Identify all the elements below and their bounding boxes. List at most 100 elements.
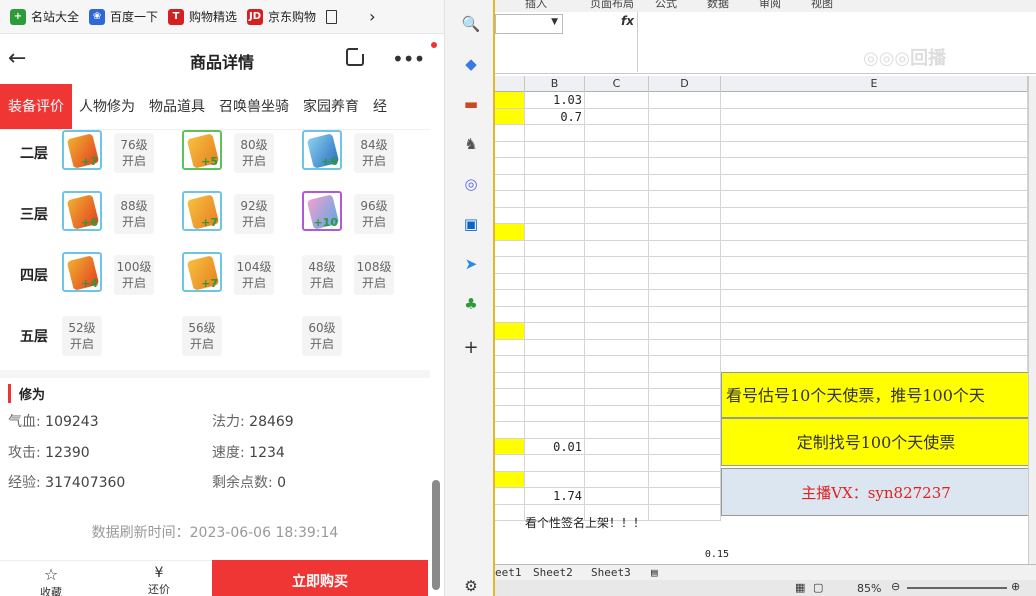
cell[interactable] bbox=[585, 422, 649, 439]
cell[interactable] bbox=[585, 257, 649, 274]
cell[interactable] bbox=[525, 240, 585, 257]
banner-tickets[interactable]: 看号估号10个天使票，推号100个天 bbox=[721, 372, 1031, 418]
cell[interactable] bbox=[649, 438, 721, 455]
cell[interactable] bbox=[721, 323, 1028, 340]
tab-equipment[interactable]: 装备评价 bbox=[0, 84, 72, 129]
cell[interactable] bbox=[721, 306, 1028, 323]
cell[interactable] bbox=[585, 224, 649, 241]
zoom-out-icon[interactable]: ⊖ bbox=[891, 580, 900, 593]
cell[interactable] bbox=[585, 273, 649, 290]
briefcase-icon[interactable]: ▬ bbox=[461, 94, 481, 114]
cell[interactable] bbox=[495, 306, 525, 323]
vertical-scrollbar[interactable] bbox=[1028, 76, 1036, 564]
banner-custom[interactable]: 定制找号100个天使票 bbox=[721, 418, 1031, 466]
cell[interactable] bbox=[525, 158, 585, 175]
cell[interactable] bbox=[721, 158, 1028, 175]
add-sheet-icon[interactable]: ▤ bbox=[651, 566, 658, 579]
cell[interactable] bbox=[525, 207, 585, 224]
cell[interactable] bbox=[585, 191, 649, 208]
cell[interactable] bbox=[585, 174, 649, 191]
cell[interactable] bbox=[649, 92, 721, 109]
zoom-slider[interactable] bbox=[907, 587, 1007, 589]
cell[interactable] bbox=[649, 372, 721, 389]
tab-home[interactable]: 家园养育 bbox=[296, 84, 366, 129]
cell[interactable] bbox=[495, 290, 525, 307]
chevron-right-icon[interactable]: › bbox=[369, 7, 375, 26]
gem-slot[interactable]: +6 bbox=[62, 191, 102, 231]
cell[interactable] bbox=[525, 339, 585, 356]
cell[interactable] bbox=[585, 356, 649, 373]
col-a[interactable] bbox=[495, 76, 525, 92]
cell[interactable] bbox=[721, 174, 1028, 191]
gem-slot[interactable]: +10 bbox=[302, 191, 342, 231]
tab-more[interactable]: 经 bbox=[366, 84, 394, 129]
cell[interactable] bbox=[649, 191, 721, 208]
cell[interactable]: 1.74 bbox=[525, 488, 585, 505]
cell[interactable] bbox=[495, 323, 525, 340]
menu-insert[interactable]: 插入 bbox=[525, 0, 547, 11]
cell[interactable] bbox=[495, 141, 525, 158]
cell[interactable] bbox=[585, 323, 649, 340]
cell[interactable] bbox=[495, 224, 525, 241]
cell[interactable] bbox=[525, 405, 585, 422]
cell[interactable] bbox=[495, 356, 525, 373]
cell[interactable] bbox=[585, 438, 649, 455]
menu-review[interactable]: 审阅 bbox=[759, 0, 781, 11]
cell[interactable] bbox=[649, 504, 721, 521]
share-icon[interactable] bbox=[346, 46, 366, 66]
cell[interactable] bbox=[495, 108, 525, 125]
cell[interactable] bbox=[649, 108, 721, 125]
offer-button[interactable]: ¥ 还价 bbox=[134, 565, 184, 596]
tab-pets[interactable]: 召唤兽坐骑 bbox=[212, 84, 296, 129]
cell[interactable] bbox=[525, 257, 585, 274]
cell[interactable]: 0.01 bbox=[525, 438, 585, 455]
cell[interactable] bbox=[495, 455, 525, 472]
banner-contact[interactable]: 主播VX：syn827237 bbox=[721, 468, 1031, 516]
tab-items[interactable]: 物品道具 bbox=[142, 84, 212, 129]
gem-slot[interactable]: +7 bbox=[182, 252, 222, 292]
page-icon[interactable] bbox=[326, 9, 338, 24]
cell[interactable] bbox=[721, 339, 1028, 356]
cell[interactable] bbox=[495, 158, 525, 175]
cell[interactable] bbox=[649, 224, 721, 241]
cell[interactable] bbox=[585, 372, 649, 389]
scrollbar[interactable] bbox=[430, 84, 442, 596]
sheet-tab-2[interactable]: Sheet2 bbox=[533, 566, 573, 579]
cell[interactable] bbox=[495, 405, 525, 422]
cell[interactable] bbox=[495, 438, 525, 455]
cell[interactable] bbox=[649, 488, 721, 505]
cell[interactable]: 1.03 bbox=[525, 92, 585, 109]
cell[interactable] bbox=[585, 306, 649, 323]
col-b[interactable]: B bbox=[525, 76, 585, 92]
cell[interactable] bbox=[525, 273, 585, 290]
cell[interactable] bbox=[585, 471, 649, 488]
cell[interactable] bbox=[525, 224, 585, 241]
chess-icon[interactable]: ♞ bbox=[461, 134, 481, 154]
zoom-in-icon[interactable]: ⊕ bbox=[1011, 580, 1020, 593]
cell[interactable] bbox=[649, 455, 721, 472]
cell[interactable] bbox=[525, 422, 585, 439]
cell[interactable] bbox=[649, 356, 721, 373]
cell[interactable] bbox=[525, 372, 585, 389]
send-icon[interactable]: ➤ bbox=[461, 254, 481, 274]
menu-layout[interactable]: 页面布局 bbox=[590, 0, 634, 11]
cell[interactable] bbox=[649, 405, 721, 422]
cell[interactable] bbox=[649, 389, 721, 406]
cell[interactable] bbox=[649, 323, 721, 340]
cell[interactable] bbox=[495, 257, 525, 274]
cell[interactable] bbox=[649, 471, 721, 488]
favorite-button[interactable]: ☆ 收藏 bbox=[26, 565, 76, 596]
cell[interactable] bbox=[649, 422, 721, 439]
cell[interactable] bbox=[649, 125, 721, 142]
cell[interactable] bbox=[585, 207, 649, 224]
cell[interactable] bbox=[525, 323, 585, 340]
cell[interactable] bbox=[585, 158, 649, 175]
cell[interactable] bbox=[585, 108, 649, 125]
cell[interactable] bbox=[721, 125, 1028, 142]
bookmark-2[interactable]: ❀ 百度一下 bbox=[89, 8, 158, 25]
cell[interactable] bbox=[495, 240, 525, 257]
note-cell[interactable]: 看个性签名上架！！！ bbox=[525, 516, 649, 530]
cell[interactable] bbox=[585, 488, 649, 505]
page-view-icon[interactable]: ▢ bbox=[813, 581, 823, 594]
more-icon[interactable]: ••• bbox=[392, 47, 425, 71]
